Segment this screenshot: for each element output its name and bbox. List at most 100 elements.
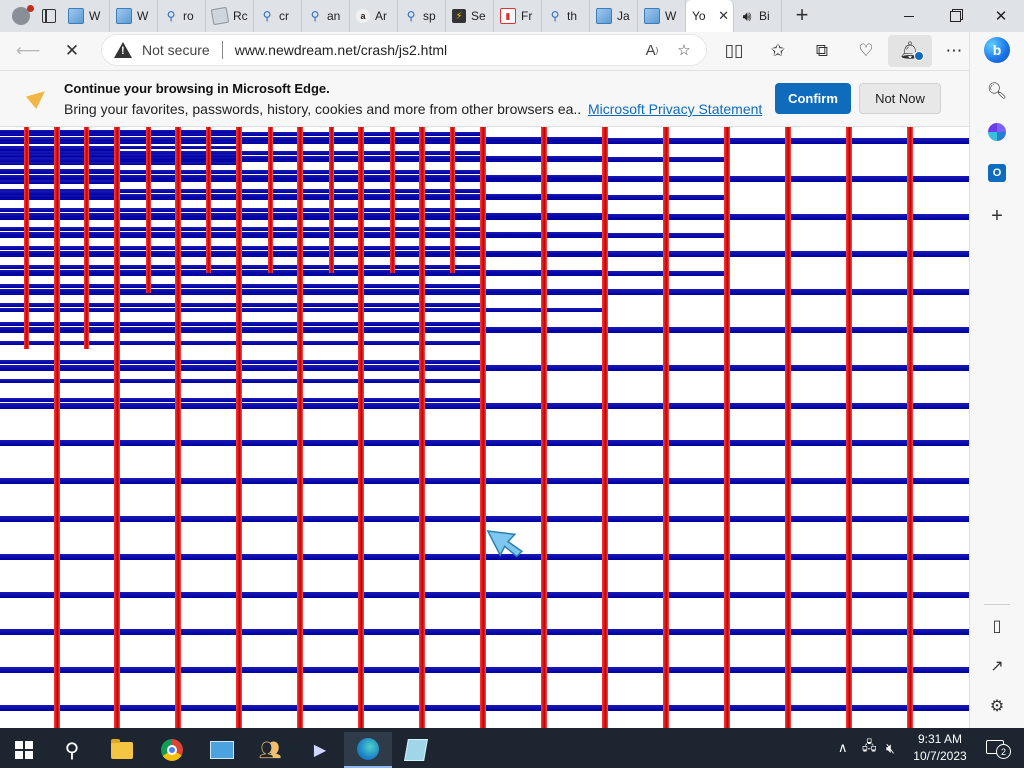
close-tab-icon[interactable]: ✕	[718, 8, 729, 24]
sidebar-settings-button[interactable]: ⚙	[983, 692, 1011, 720]
collections-button[interactable]: ⧉	[800, 35, 844, 67]
red-vertical-bar	[297, 127, 303, 728]
search-icon: ⚲	[406, 9, 416, 23]
tab-label: Yo	[692, 9, 706, 23]
browser-tab[interactable]: ⚲ sp	[398, 0, 446, 32]
security-status[interactable]: Not secure	[142, 42, 210, 58]
browser-tab[interactable]: W	[62, 0, 110, 32]
sidebar-office-button[interactable]	[983, 118, 1011, 146]
browser-essentials-button[interactable]: ♡	[844, 35, 888, 67]
read-aloud-icon[interactable]: A)	[640, 38, 664, 62]
window-controls: ✕	[886, 0, 1024, 32]
browser-tab[interactable]: 🔊︎ Bi	[734, 0, 782, 32]
red-vertical-bar	[602, 127, 608, 728]
split-screen-button[interactable]: ▯▯	[712, 35, 756, 67]
amazon-icon: a	[356, 9, 370, 23]
bing-chat-button[interactable]: b	[983, 36, 1011, 64]
new-tab-button[interactable]: +	[788, 2, 816, 30]
red-vertical-bar	[268, 127, 273, 273]
volume-muted-icon[interactable]: 🔇︎	[886, 728, 895, 768]
close-window-button[interactable]: ✕	[978, 0, 1024, 32]
red-page-icon: ▮	[500, 8, 516, 24]
tab-label: ro	[183, 9, 194, 23]
page-content[interactable]	[0, 127, 969, 728]
address-bar[interactable]: Not secure www.newdream.net/crash/js2.ht…	[102, 35, 706, 65]
back-button[interactable]: ⟵	[12, 35, 44, 67]
tab-label: W	[665, 9, 677, 23]
bing-icon: b	[984, 37, 1010, 63]
browser-tab[interactable]: ⚲ an	[302, 0, 350, 32]
red-vertical-bar	[236, 127, 242, 728]
infobar-text: Bring your favorites, passwords, history…	[64, 101, 580, 117]
tab-actions-button[interactable]	[36, 3, 62, 29]
privacy-statement-link[interactable]: Microsoft Privacy Statement	[588, 101, 762, 117]
red-vertical-bar	[24, 127, 29, 349]
file-explorer-button[interactable]	[98, 732, 146, 768]
sidebar-add-button[interactable]: +	[983, 202, 1011, 230]
notification-center-button[interactable]: 2	[984, 736, 1011, 759]
red-vertical-bar	[846, 127, 852, 728]
control-panel-icon	[210, 741, 234, 759]
show-hidden-icons-button[interactable]: ∧	[838, 728, 848, 768]
search-button[interactable]: ⚲	[48, 732, 96, 768]
red-vertical-bar	[358, 127, 364, 728]
red-vertical-bar	[541, 127, 547, 728]
browser-tab[interactable]: ⚲ ro	[158, 0, 206, 32]
search-icon: ⚲	[262, 9, 272, 23]
browser-tab[interactable]: W	[110, 0, 158, 32]
confirm-button[interactable]: Confirm	[775, 83, 851, 114]
browser-tab[interactable]: W	[638, 0, 686, 32]
browser-tab[interactable]: ⚡ Se	[446, 0, 494, 32]
browser-tab[interactable]: a Ar	[350, 0, 398, 32]
tab-strip: W W ⚲ ro Rc ⚲ cr ⚲ an a Ar ⚲ sp ⚡ Se ▮ Fr ⚲ th Ja W Yo ✕ 🔊︎ Bi +…	[0, 0, 1024, 32]
browser-tab[interactable]: ⚲ cr	[254, 0, 302, 32]
favorites-button[interactable]: ✩	[756, 35, 800, 67]
tab-list: W W ⚲ ro Rc ⚲ cr ⚲ an a Ar ⚲ sp ⚡ Se ▮ Fr ⚲ th Ja W Yo ✕ 🔊︎ Bi	[62, 0, 782, 32]
tab-label: Ar	[375, 9, 387, 23]
minimize-button[interactable]	[886, 0, 932, 32]
start-button[interactable]	[0, 732, 48, 768]
favorite-star-icon[interactable]: ☆	[672, 38, 696, 62]
restore-button[interactable]	[932, 0, 978, 32]
tab-label: Bi	[759, 9, 770, 23]
restore-icon	[949, 10, 961, 22]
profile-alert-badge	[27, 5, 34, 12]
tab-label: Se	[471, 9, 486, 23]
browser-tab[interactable]: Rc	[206, 0, 254, 32]
not-now-button[interactable]: Not Now	[859, 83, 941, 114]
open-external-button[interactable]: ↗	[983, 652, 1011, 680]
notepad-button[interactable]	[392, 732, 440, 768]
red-vertical-bar	[663, 127, 669, 728]
red-vertical-bar	[480, 127, 486, 728]
sidebar-search-button[interactable]: 🔍︎	[983, 77, 1011, 105]
users-button[interactable]: 👥︎	[246, 732, 294, 768]
clock-date: 10/7/2023	[913, 749, 967, 763]
bolt-icon: ⚡	[452, 9, 466, 23]
control-panel-button[interactable]	[198, 732, 246, 768]
chrome-button[interactable]	[148, 732, 196, 768]
warning-icon	[114, 41, 132, 59]
red-vertical-bar	[206, 127, 211, 273]
browser-tab[interactable]: Ja	[590, 0, 638, 32]
system-clock[interactable]: 9:31 AM 10/7/2023	[910, 731, 970, 765]
search-icon: ⚲	[550, 9, 560, 23]
address-separator	[221, 41, 223, 59]
sidebar-divider	[984, 604, 1010, 605]
browser-toolbar: ⟵ ✕ Not secure www.newdream.net/crash/js…	[0, 32, 1024, 71]
edge-button[interactable]	[344, 732, 392, 768]
search-icon: ⚲	[166, 9, 176, 23]
ie-page-icon	[68, 8, 84, 24]
browser-tab[interactable]: ⚲ th	[542, 0, 590, 32]
ie-page-icon	[596, 8, 612, 24]
notification-count: 2	[996, 744, 1011, 759]
notifications-button[interactable]: 🔔︎	[888, 35, 932, 67]
profile-button[interactable]	[6, 1, 36, 31]
browser-tab[interactable]: ▮ Fr	[494, 0, 542, 32]
sidebar-outlook-button[interactable]: O	[983, 159, 1011, 187]
stop-loading-button[interactable]: ✕	[56, 35, 88, 67]
powershell-button[interactable]: ▶	[296, 732, 344, 768]
browser-tab[interactable]: Yo ✕	[686, 0, 734, 32]
url-text[interactable]: www.newdream.net/crash/js2.html	[235, 42, 447, 58]
network-icon[interactable]: 🖧︎	[862, 728, 877, 768]
hide-sidebar-button[interactable]: ▯	[983, 612, 1011, 640]
